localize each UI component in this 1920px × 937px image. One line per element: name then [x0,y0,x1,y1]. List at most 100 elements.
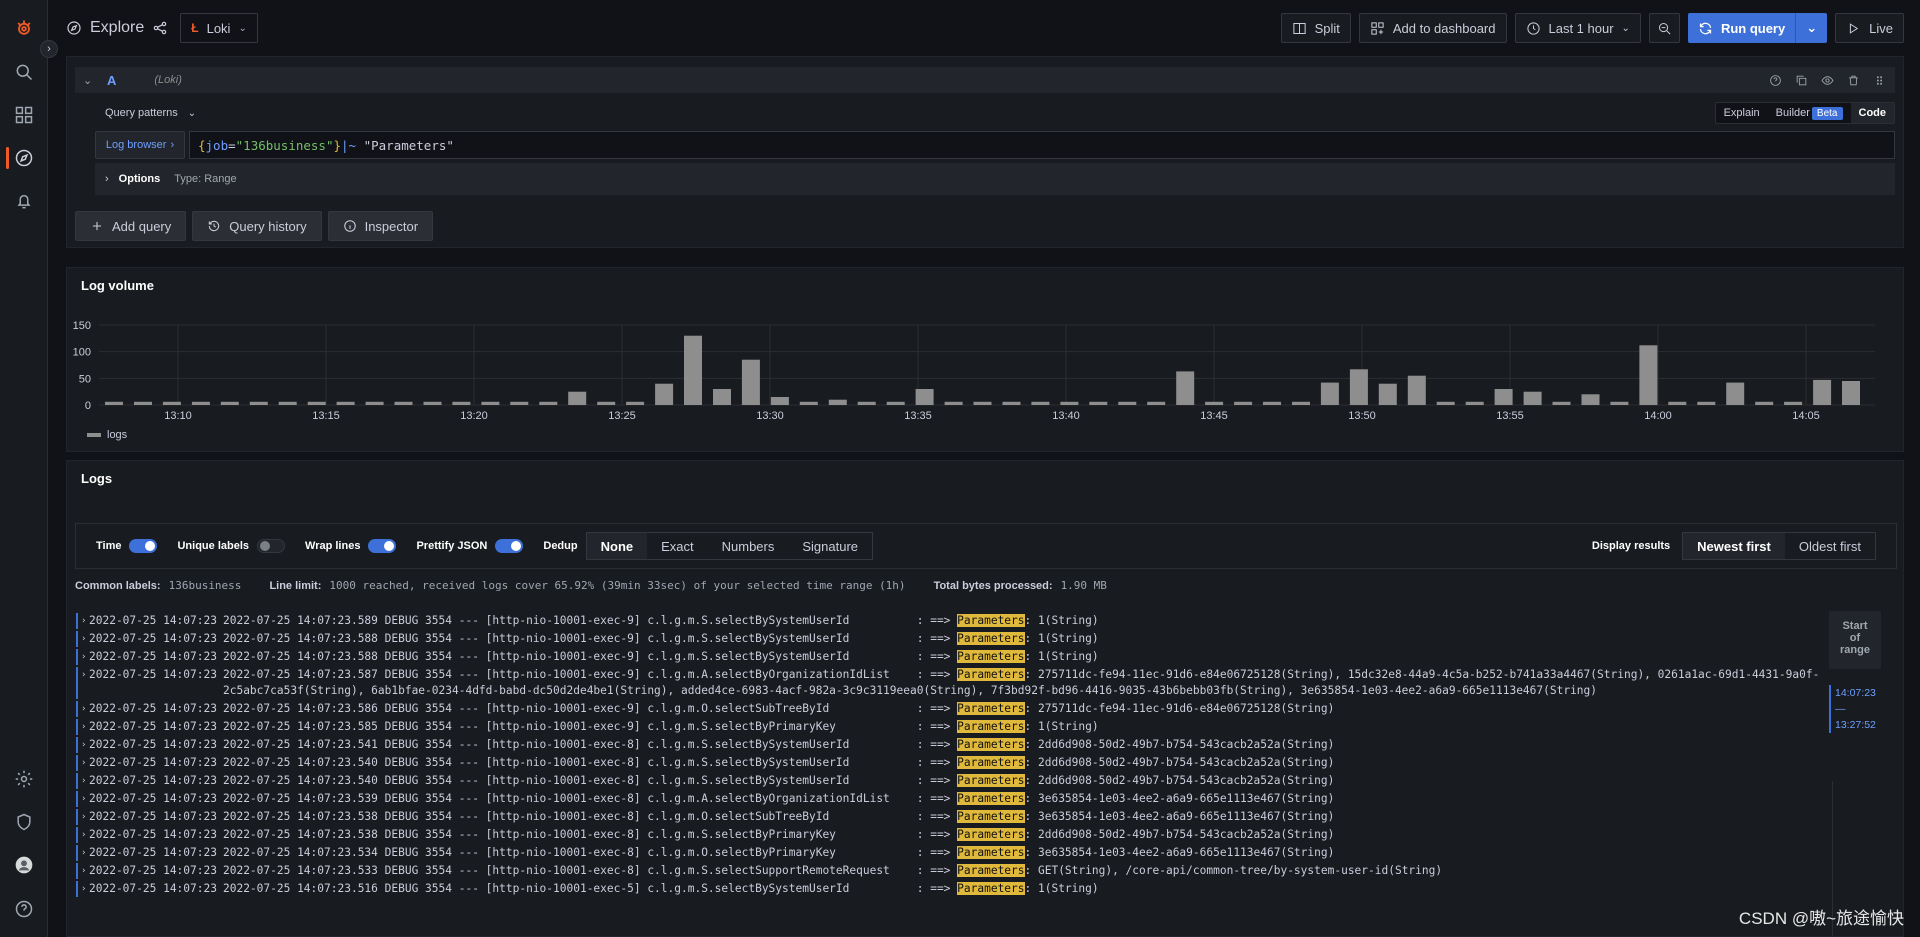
volume-bar[interactable] [365,401,384,405]
volume-bar[interactable] [684,335,702,405]
volume-bar[interactable] [1205,401,1224,405]
volume-bar[interactable] [944,401,963,405]
time-toggle[interactable] [129,539,158,553]
query-patterns-dropdown[interactable]: Query patterns [105,107,178,119]
wrap-lines-toggle[interactable] [368,539,397,553]
start-of-range-button[interactable]: Start of range [1829,611,1881,669]
volume-bar[interactable] [162,401,181,405]
expand-row-chevron-icon[interactable]: › [81,719,86,735]
loaded-range-indicator[interactable]: 14:07:23 — 13:27:52 [1829,685,1885,733]
volume-bar[interactable] [1234,401,1253,405]
volume-bar[interactable] [597,401,616,405]
builder-mode-tab[interactable]: Builder Beta [1768,107,1851,120]
run-query-options-chevron-icon[interactable]: ⌄ [1796,13,1827,43]
dashboards-icon[interactable] [12,103,36,127]
volume-bar[interactable] [336,401,355,405]
add-query-button[interactable]: Add query [75,211,187,241]
volume-bar[interactable] [220,401,239,405]
volume-bar[interactable] [134,401,152,405]
volume-bar[interactable] [915,389,934,405]
volume-bar[interactable] [655,383,674,405]
volume-bar[interactable] [1842,381,1860,405]
query-history-button[interactable]: Query history [192,211,322,241]
duplicate-query-icon[interactable] [1793,72,1809,88]
collapse-chevron-icon[interactable]: ⌄ [83,74,101,87]
dedup-option-exact[interactable]: Exact [647,533,708,559]
log-row[interactable]: › 2022-07-25 14:07:23 2022-07-25 14:07:23.… [75,717,1845,735]
volume-bar[interactable] [1581,394,1600,405]
hide-query-eye-icon[interactable] [1819,72,1835,88]
query-code-input[interactable]: {job = "136business"} |~ "Parameters" [189,131,1895,159]
expand-row-chevron-icon[interactable]: › [81,881,86,897]
expand-row-chevron-icon[interactable]: › [81,631,86,647]
expand-row-chevron-icon[interactable]: › [81,701,86,717]
log-row[interactable]: › 2022-07-25 14:07:23 2022-07-25 14:07:23.… [75,825,1845,843]
help-icon[interactable] [1767,72,1783,88]
explore-compass-icon[interactable] [12,146,36,170]
server-admin-shield-icon[interactable] [12,810,36,834]
log-browser-button[interactable]: Log browser › [95,131,185,159]
log-row[interactable]: › 2022-07-25 14:07:23 2022-07-25 14:07:23.… [75,789,1845,807]
expand-row-chevron-icon[interactable]: › [81,827,86,843]
code-mode-tab[interactable]: Code [1850,103,1894,123]
zoom-out-button[interactable] [1648,13,1680,43]
newest-first-option[interactable]: Newest first [1683,533,1785,559]
volume-bar[interactable] [1378,383,1397,405]
volume-bar[interactable] [857,401,876,405]
expand-row-chevron-icon[interactable]: › [81,791,86,807]
log-row[interactable]: › 2022-07-25 14:07:23 2022-07-25 14:07:23.… [75,647,1845,665]
volume-bar[interactable] [423,401,442,405]
volume-bar[interactable] [1465,401,1484,405]
prettify-json-toggle[interactable] [495,539,524,553]
volume-bar[interactable] [973,401,992,405]
log-row[interactable]: › 2022-07-25 14:07:23 2022-07-25 14:07:23.… [75,807,1845,825]
help-icon[interactable] [12,897,36,921]
log-row[interactable]: › 2022-07-25 14:07:23 2022-07-25 14:07:23.… [75,771,1845,789]
volume-bar[interactable] [307,401,326,405]
expand-row-chevron-icon[interactable]: › [81,845,86,861]
volume-bar[interactable] [1263,401,1281,405]
dedup-option-numbers[interactable]: Numbers [708,533,789,559]
log-row[interactable]: › 2022-07-25 14:07:23 2022-07-25 14:07:23.… [75,665,1845,699]
expand-row-chevron-icon[interactable]: › [81,773,86,789]
dedup-option-signature[interactable]: Signature [788,533,872,559]
share-icon[interactable] [152,20,168,36]
volume-bar[interactable] [481,401,500,405]
user-avatar[interactable] [12,853,36,877]
volume-bar[interactable] [1031,401,1050,405]
volume-bar[interactable] [1755,401,1774,405]
expand-row-chevron-icon[interactable]: › [81,809,86,825]
query-ref-id[interactable]: A [107,73,116,88]
log-row[interactable]: › 2022-07-25 14:07:23 2022-07-25 14:07:23.… [75,611,1845,629]
explain-toggle[interactable]: Explain [1716,107,1768,119]
volume-bar[interactable] [1060,401,1079,405]
expand-row-chevron-icon[interactable]: › [81,755,86,771]
volume-bar[interactable] [626,401,645,405]
volume-bar[interactable] [394,401,413,405]
grafana-logo-icon[interactable] [12,16,36,40]
volume-bar[interactable] [741,359,760,405]
log-row[interactable]: › 2022-07-25 14:07:23 2022-07-25 14:07:23.… [75,753,1845,771]
volume-bar[interactable] [1089,401,1108,405]
volume-bar[interactable] [1639,345,1658,405]
chevron-down-icon[interactable]: ⌄ [188,108,196,119]
volume-bar[interactable] [1813,379,1832,405]
expand-row-chevron-icon[interactable]: › [81,613,86,629]
log-row[interactable]: › 2022-07-25 14:07:23 2022-07-25 14:07:23.… [75,879,1845,897]
volume-bar[interactable] [1726,382,1745,405]
log-row[interactable]: › 2022-07-25 14:07:23 2022-07-25 14:07:23.… [75,735,1845,753]
run-query-button[interactable]: Run query ⌄ [1687,13,1828,43]
volume-bar[interactable] [278,401,297,405]
add-to-dashboard-button[interactable]: Add to dashboard [1358,13,1507,43]
volume-bar[interactable] [1147,401,1166,405]
log-row[interactable]: › 2022-07-25 14:07:23 2022-07-25 14:07:23.… [75,699,1845,717]
volume-bar[interactable] [886,401,905,405]
volume-bar[interactable] [191,401,210,405]
volume-bar[interactable] [539,401,558,405]
search-icon[interactable] [12,60,36,84]
volume-bar[interactable] [1494,389,1513,405]
split-button[interactable]: Split [1280,13,1351,43]
volume-bar[interactable] [1610,401,1629,405]
expand-row-chevron-icon[interactable]: › [81,667,86,683]
inspector-button[interactable]: Inspector [327,211,434,241]
